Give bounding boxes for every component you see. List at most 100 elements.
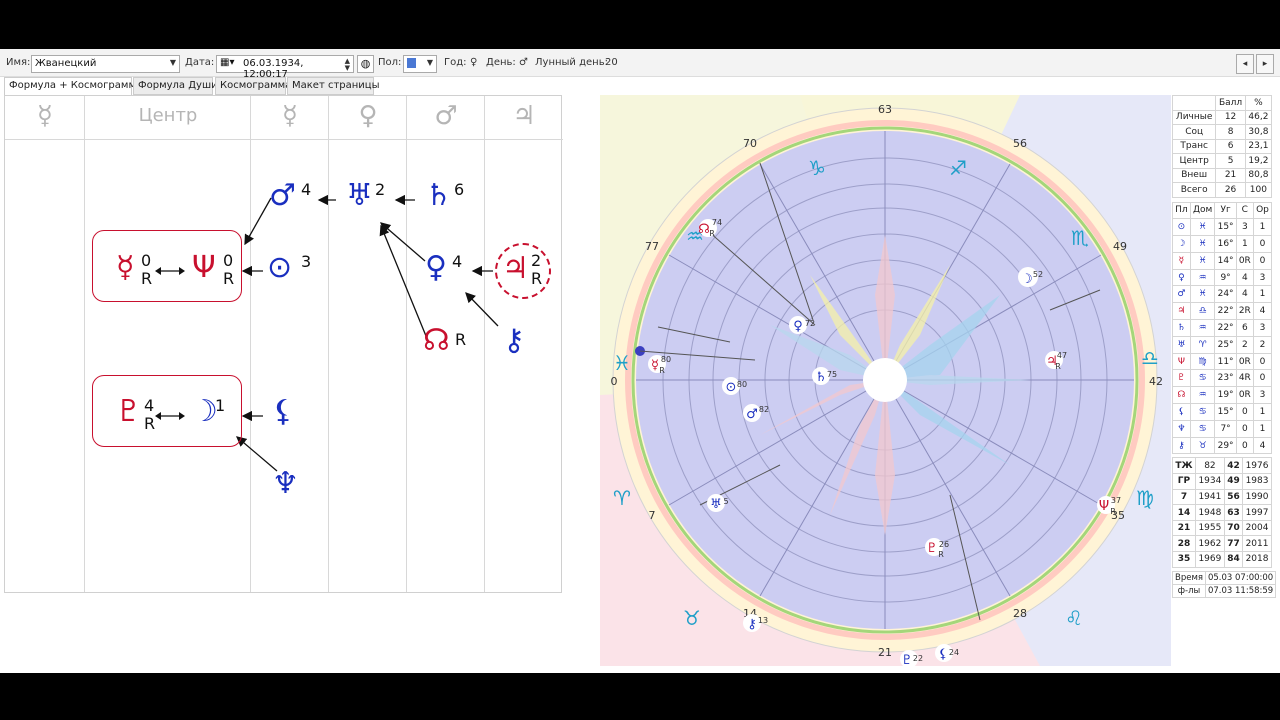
table-cell: 3: [1252, 386, 1273, 405]
scorpio-icon: ♏: [1071, 226, 1089, 250]
neptune-retro: R: [223, 269, 235, 288]
table-cell: 1: [1252, 419, 1273, 438]
globe-icon[interactable]: ◍: [357, 55, 374, 73]
svg-text:13: 13: [758, 616, 768, 625]
table-cell: 1: [1252, 285, 1273, 304]
date-picker[interactable]: ▦▾ 06.03.1934, 12:00:17 ▲ ▼: [216, 55, 354, 80]
table-cell: 24°: [1214, 285, 1237, 304]
table-cell: Всего: [1171, 182, 1217, 198]
leo-icon: ♌: [1065, 606, 1083, 630]
sagittarius-icon: ♐: [949, 156, 967, 180]
table-cell: ф-лы: [1172, 583, 1206, 598]
table-cell: 0: [1252, 251, 1273, 270]
table-cell: 1990: [1242, 488, 1272, 506]
table-cell: 25°: [1214, 335, 1237, 354]
table-cell: 19,2: [1244, 153, 1273, 169]
table-cell: 0: [1252, 235, 1273, 253]
table-row: 14 1948 63 1997: [1172, 504, 1272, 521]
table-row: 7 1941 56 1990: [1172, 488, 1272, 506]
table-cell: 1: [1252, 403, 1273, 421]
table-cell: Центр: [1171, 153, 1217, 169]
table-cell: 0: [1235, 403, 1254, 421]
svg-text:75: 75: [827, 370, 837, 379]
table-cell: ♓: [1189, 285, 1216, 304]
tab-page-layout[interactable]: Макет страницы: [287, 77, 380, 95]
table-cell: ♄: [1172, 319, 1191, 337]
table-cell: Уг: [1214, 201, 1237, 220]
sex-combo[interactable]: ▼: [403, 55, 437, 73]
app-window: Имя: Жванецкий ▼ Дата: ▦▾ 06.03.1934, 12…: [0, 49, 1280, 673]
moon-strength: 1: [215, 396, 226, 415]
table-cell: ♓: [1189, 251, 1216, 270]
table-row: 21 1955 70 2004: [1172, 519, 1272, 537]
virgo-icon: ♍: [1136, 486, 1154, 510]
pluto-retro: R: [144, 414, 156, 433]
table-cell: Внеш: [1171, 167, 1217, 183]
cosmogram-chart[interactable]: 63 56 49 42 35 28 21 14 7 0 77 70 ♑ ♐ ♏ …: [600, 95, 1171, 666]
table-cell: Время: [1172, 570, 1206, 585]
svg-text:Ψ: Ψ: [1099, 499, 1109, 514]
table-cell: ♓: [1189, 235, 1216, 253]
pluto-icon: ♇: [115, 394, 142, 429]
table-row: Соц 8 30,8: [1171, 124, 1273, 140]
next-button[interactable]: ▸: [1256, 54, 1274, 74]
table-cell: 7: [1172, 488, 1196, 506]
prev-button[interactable]: ◂: [1236, 54, 1254, 74]
table-cell: ⚸: [1172, 403, 1191, 421]
calendar-icon[interactable]: ▦▾: [220, 57, 234, 68]
svg-text:22: 22: [913, 654, 923, 663]
pluto-strength: 4: [144, 396, 155, 415]
table-row: ⚸ ♋ 15° 0 1: [1172, 403, 1273, 421]
svg-text:♇: ♇: [926, 541, 938, 556]
table-cell: 1: [1235, 235, 1254, 253]
table-cell: 0R: [1235, 352, 1254, 371]
jupiter-icon: ♃: [502, 251, 529, 286]
tab-formula-cosmogram[interactable]: Формула + Космограмма: [4, 77, 142, 96]
tab-cosmogram[interactable]: Космограмма: [215, 77, 291, 95]
svg-text:R: R: [1055, 362, 1061, 371]
svg-text:♇: ♇: [901, 653, 913, 666]
table-cell: 2: [1235, 335, 1254, 354]
table-cell: ⚷: [1172, 436, 1191, 455]
table-row: ♀ ♒ 9° 4 3: [1172, 268, 1273, 287]
tab-soul-formula[interactable]: Формула Души: [133, 77, 218, 95]
table-cell: 9°: [1214, 268, 1237, 287]
saturn-strength: 6: [454, 180, 465, 199]
table-cell: 14°: [1214, 251, 1237, 270]
table-cell: Ор: [1252, 201, 1273, 220]
chevron-down-icon: ▼: [426, 58, 433, 67]
table-cell: 22°: [1214, 302, 1237, 321]
table-cell: ☽: [1172, 235, 1191, 253]
table-cell: 07.03 11:58:59: [1204, 583, 1277, 598]
svg-text:47: 47: [1057, 351, 1067, 360]
table-cell: 21: [1172, 519, 1196, 537]
table-cell: 0: [1252, 369, 1273, 388]
mars-strength: 4: [301, 180, 312, 199]
spin-icon[interactable]: ▲ ▼: [345, 58, 350, 72]
sex-label: Пол:: [378, 57, 402, 68]
name-label: Имя:: [6, 57, 31, 68]
table-row: ♆ ♋ 7° 0 1: [1172, 419, 1273, 438]
table-cell: [1171, 95, 1217, 111]
planet-table: Пл Дом Уг С Ор ⊙ ♓ 15° 3 1 ☽ ♓ 16° 1 0 ☿ ♓ 14° 0R 0 ♀ ♒ 9°…: [1172, 201, 1273, 455]
uranus-icon: ♅: [346, 178, 373, 213]
table-cell: 15°: [1214, 218, 1237, 237]
name-value: Жванецкий: [35, 58, 97, 69]
degree-70: 70: [743, 137, 757, 150]
table-cell: Ψ: [1172, 352, 1191, 371]
table-cell: ♃: [1172, 302, 1191, 321]
table-cell: ♒: [1189, 386, 1216, 405]
table-row: 28 1962 77 2011: [1172, 535, 1272, 553]
uranus-strength: 2: [375, 180, 386, 199]
table-row: Время 05.03 07:00:00: [1172, 570, 1277, 585]
name-combo[interactable]: Жванецкий ▼: [31, 55, 180, 73]
table-cell: 3: [1252, 268, 1273, 287]
node-icon: ☊: [423, 323, 450, 358]
lunar-day-label: Лунный день:: [535, 57, 608, 68]
table-cell: 16°: [1214, 235, 1237, 253]
table-row: ⊙ ♓ 15° 3 1: [1172, 218, 1273, 237]
degree-7: 7: [649, 509, 656, 522]
mercury-retro: R: [141, 269, 153, 288]
table-cell: 0: [1235, 436, 1254, 455]
degree-56: 56: [1013, 137, 1027, 150]
